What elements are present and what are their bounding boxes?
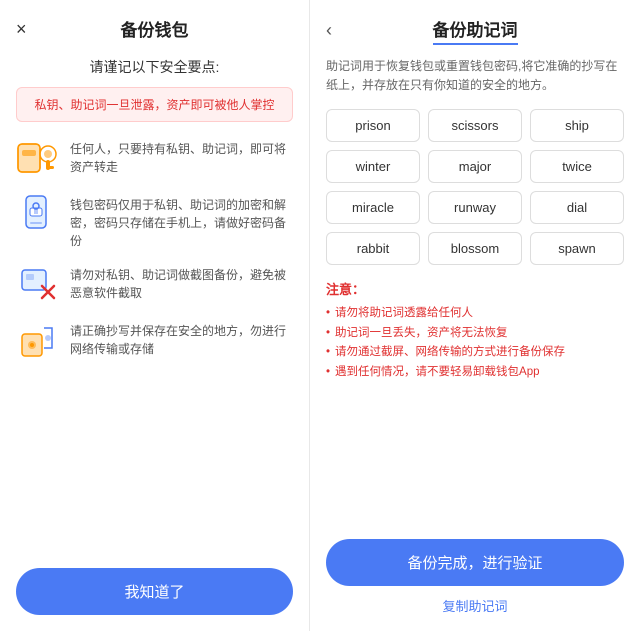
notes-title: 注意： — [326, 279, 624, 298]
right-bottom: 备份完成，进行验证 复制助记词 — [326, 539, 624, 615]
mnemonic-word-12: spawn — [530, 232, 624, 265]
notes-section: 注意： 请勿将助记词透露给任何人助记词一旦丢失，资产将无法恢复请勿通过截屏、网络… — [326, 279, 624, 382]
safety-heading: 请谨记以下安全要点: — [90, 57, 220, 77]
safety-item-4-text: 请正确抄写并保存在安全的地方，勿进行网络传输或存储 — [70, 318, 293, 358]
safety-item-3: 请勿对私钥、助记词做截图备份，避免被恶意软件截取 — [16, 262, 293, 306]
mnemonic-word-8: runway — [428, 191, 522, 224]
mnemonic-word-1: prison — [326, 109, 420, 142]
left-panel: × 备份钱包 请谨记以下安全要点: 私钥、助记词一旦泄露，资产即可被他人掌控 任… — [0, 0, 310, 631]
note-item-4: 遇到任何情况，请不要轻易卸载钱包App — [326, 363, 624, 383]
back-button[interactable]: ‹ — [326, 20, 332, 41]
warning-box: 私钥、助记词一旦泄露，资产即可被他人掌控 — [16, 87, 293, 122]
mnemonic-grid: prisonscissorsship wintermajortwice miracl… — [326, 109, 624, 265]
note-item-3: 请勿通过截屏、网络传输的方式进行备份保存 — [326, 343, 624, 363]
safety-item-1: 任何人，只要持有私钥、助记词，即可将资产转走 — [16, 136, 293, 180]
description-text: 助记词用于恢复钱包或重置钱包密码,将它准确的抄写在纸上，并存放在只有你知道的安全… — [326, 57, 624, 95]
mnemonic-word-11: blossom — [428, 232, 522, 265]
safety-item-2: 钱包密码仅用于私钥、助记词的加密和解密，密码只存储在手机上，请做好密码备份 — [16, 192, 293, 250]
safety-item-1-text: 任何人，只要持有私钥、助记词，即可将资产转走 — [70, 136, 293, 176]
know-button[interactable]: 我知道了 — [16, 568, 293, 615]
left-title: 备份钱包 — [121, 16, 189, 41]
mnemonic-word-2: scissors — [428, 109, 522, 142]
mnemonic-word-9: dial — [530, 191, 624, 224]
safety-item-4: 请正确抄写并保存在安全的地方，勿进行网络传输或存储 — [16, 318, 293, 362]
mnemonic-word-6: twice — [530, 150, 624, 183]
safety-item-2-text: 钱包密码仅用于私钥、助记词的加密和解密，密码只存储在手机上，请做好密码备份 — [70, 192, 293, 250]
mnemonic-word-7: miracle — [326, 191, 420, 224]
mnemonic-word-10: rabbit — [326, 232, 420, 265]
screenshot-icon — [16, 262, 60, 306]
right-panel: ‹ 备份助记词 助记词用于恢复钱包或重置钱包密码,将它准确的抄写在纸上，并存放在… — [310, 0, 640, 631]
key-icon — [16, 136, 60, 180]
mnemonic-word-4: winter — [326, 150, 420, 183]
left-header: × 备份钱包 — [16, 16, 293, 41]
mnemonic-word-5: major — [428, 150, 522, 183]
safety-item-3-text: 请勿对私钥、助记词做截图备份，避免被恶意软件截取 — [70, 262, 293, 302]
mnemonic-word-3: ship — [530, 109, 624, 142]
safe-location-icon — [16, 318, 60, 362]
right-header: ‹ 备份助记词 — [326, 16, 624, 45]
phone-lock-icon — [16, 192, 60, 236]
note-item-1: 请勿将助记词透露给任何人 — [326, 304, 624, 324]
note-item-2: 助记词一旦丢失，资产将无法恢复 — [326, 324, 624, 344]
notes-list: 请勿将助记词透露给任何人助记词一旦丢失，资产将无法恢复请勿通过截屏、网络传输的方… — [326, 304, 624, 382]
verify-button[interactable]: 备份完成，进行验证 — [326, 539, 624, 586]
close-button[interactable]: × — [16, 20, 27, 38]
safety-items-list: 任何人，只要持有私钥、助记词，即可将资产转走 钱包密码仅用于私钥、助记词的加密和… — [16, 136, 293, 556]
left-bottom: 我知道了 — [16, 556, 293, 615]
right-title: 备份助记词 — [433, 16, 518, 45]
copy-link[interactable]: 复制助记词 — [326, 596, 624, 615]
